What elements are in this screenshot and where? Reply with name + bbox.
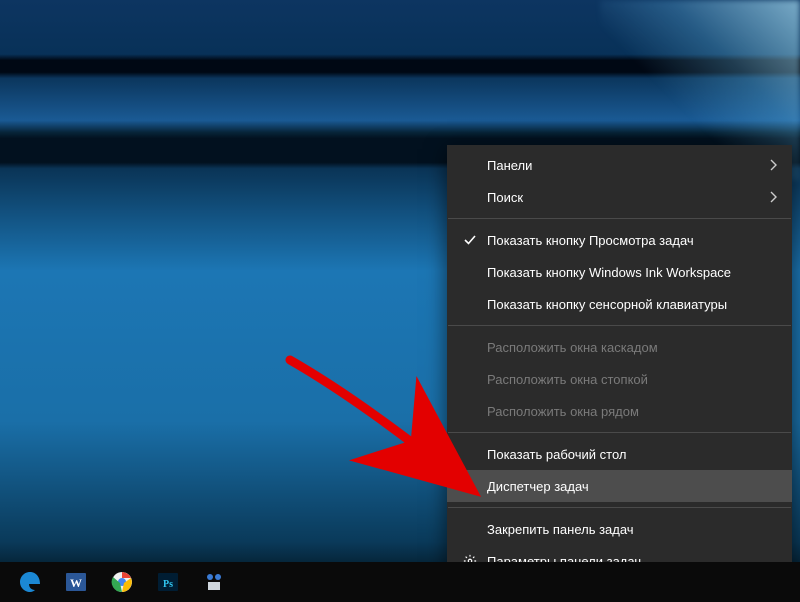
menu-item-lock-taskbar[interactable]: Закрепить панель задач [447, 513, 792, 545]
menu-item-cascade: Расположить окна каскадом [447, 331, 792, 363]
menu-label: Панели [481, 158, 762, 173]
menu-label: Показать кнопку Windows Ink Workspace [481, 265, 778, 280]
menu-separator [448, 432, 791, 433]
menu-item-task-manager[interactable]: Диспетчер задач [447, 470, 792, 502]
edge-icon[interactable] [8, 562, 52, 602]
menu-item-stack: Расположить окна стопкой [447, 363, 792, 395]
share-icon[interactable] [192, 562, 236, 602]
taskbar-context-menu: Панели Поиск Показать кнопку Просмотра з… [447, 145, 792, 581]
photoshop-icon[interactable]: Ps [146, 562, 190, 602]
menu-separator [448, 325, 791, 326]
menu-label: Расположить окна рядом [481, 404, 778, 419]
svg-text:W: W [70, 576, 82, 590]
menu-label: Расположить окна стопкой [481, 372, 778, 387]
chevron-right-icon [762, 159, 778, 171]
svg-text:Ps: Ps [163, 579, 173, 590]
menu-item-show-touch-keyboard[interactable]: Показать кнопку сенсорной клавиатуры [447, 288, 792, 320]
word-icon[interactable]: W [54, 562, 98, 602]
menu-item-search[interactable]: Поиск [447, 181, 792, 213]
menu-item-panels[interactable]: Панели [447, 149, 792, 181]
chevron-right-icon [762, 191, 778, 203]
menu-label: Закрепить панель задач [481, 522, 778, 537]
menu-separator [448, 507, 791, 508]
menu-label: Расположить окна каскадом [481, 340, 778, 355]
chrome-icon[interactable] [100, 562, 144, 602]
menu-separator [448, 218, 791, 219]
check-icon [459, 233, 481, 247]
menu-item-show-taskview[interactable]: Показать кнопку Просмотра задач [447, 224, 792, 256]
menu-label: Диспетчер задач [481, 479, 778, 494]
menu-item-show-desktop[interactable]: Показать рабочий стол [447, 438, 792, 470]
menu-label: Показать кнопку Просмотра задач [481, 233, 778, 248]
menu-label: Показать рабочий стол [481, 447, 778, 462]
menu-item-side-by-side: Расположить окна рядом [447, 395, 792, 427]
taskbar[interactable]: W Ps [0, 562, 800, 602]
menu-label: Показать кнопку сенсорной клавиатуры [481, 297, 778, 312]
menu-label: Поиск [481, 190, 762, 205]
menu-item-show-ink-workspace[interactable]: Показать кнопку Windows Ink Workspace [447, 256, 792, 288]
